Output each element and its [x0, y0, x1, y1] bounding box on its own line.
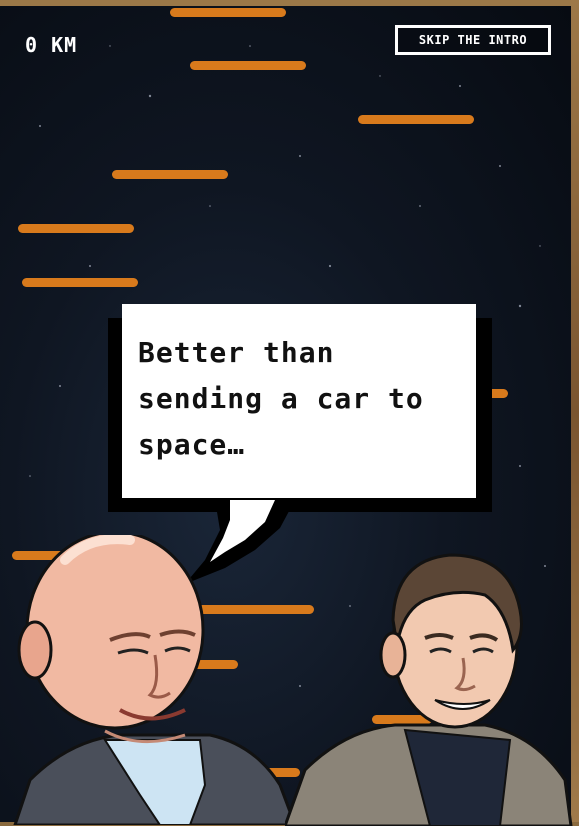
dark-haired-man-character — [285, 553, 573, 826]
speed-streak — [190, 61, 306, 70]
distance-counter: 0 KM — [25, 33, 78, 57]
speed-streak — [112, 170, 228, 179]
dialog-text: Better than sending a car to space… — [138, 336, 424, 461]
speed-streak — [18, 224, 134, 233]
speed-streak — [358, 115, 474, 124]
frame-top — [0, 0, 579, 6]
skip-intro-button[interactable]: SKIP THE INTRO — [395, 25, 551, 55]
game-stage: 0 KM SKIP THE INTRO Better than sending … — [0, 0, 579, 826]
bald-man-character — [13, 535, 297, 825]
speed-streak — [22, 278, 138, 287]
speed-streak — [170, 8, 286, 17]
